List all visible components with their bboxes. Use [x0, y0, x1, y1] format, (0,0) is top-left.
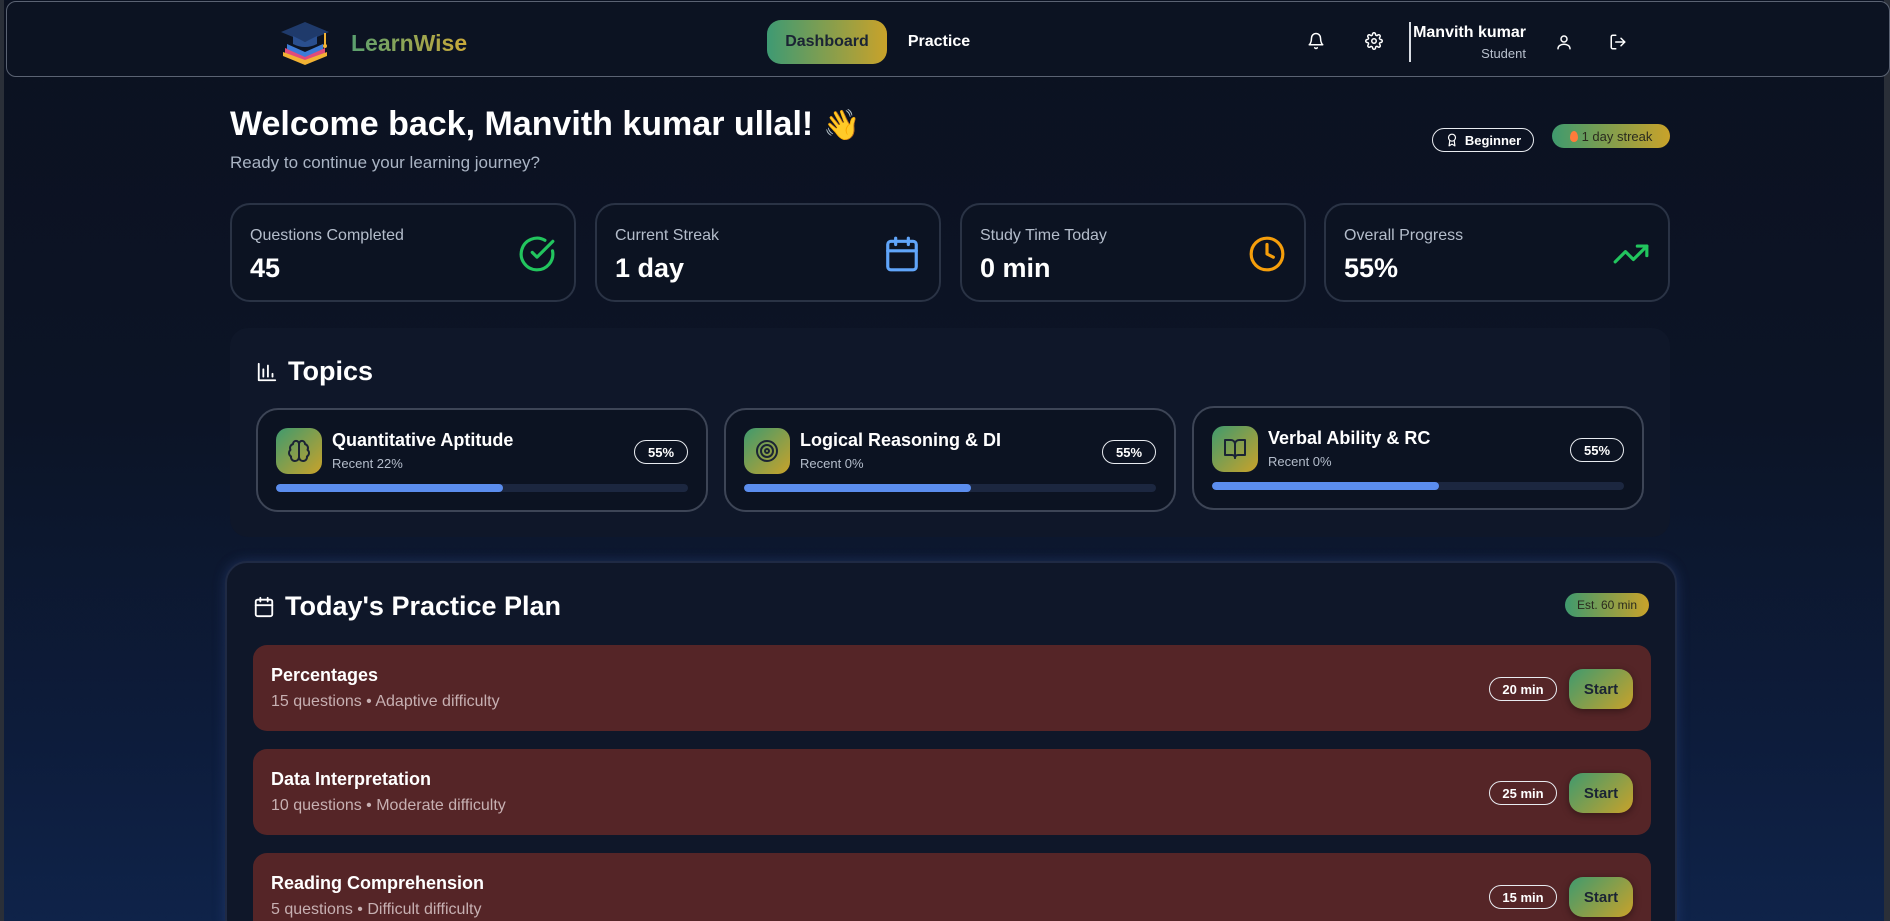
- topic-icon-badge: [744, 428, 790, 474]
- welcome-subtitle: Ready to continue your learning journey?: [230, 153, 540, 172]
- brand[interactable]: LearnWise: [275, 18, 467, 68]
- topic-progress-bar: [276, 484, 688, 492]
- bar-chart-icon: [257, 362, 277, 381]
- trending-up-icon: [1613, 244, 1649, 264]
- plan-item-title: Reading Comprehension: [271, 873, 485, 893]
- topic-recent: Recent 0%: [800, 456, 864, 471]
- plan-item-title: Percentages: [271, 665, 379, 685]
- plan-item-title: Data Interpretation: [271, 769, 432, 789]
- welcome-heading: Welcome back, Manvith kumar ullal! 👋: [230, 105, 861, 144]
- stat-card-overall-progress: Overall Progress 55%: [1324, 203, 1670, 302]
- brain-icon: [288, 439, 310, 463]
- gear-icon: [1365, 32, 1383, 50]
- topic-name: Logical Reasoning & DI: [800, 430, 1002, 450]
- plan-item: Data Interpretation 10 questions • Moder…: [253, 749, 1651, 835]
- level-badge: Beginner: [1432, 128, 1534, 152]
- topic-progress-bar: [744, 484, 1156, 492]
- topic-percent-badge: 55%: [1102, 440, 1156, 464]
- plan-item: Percentages 15 questions • Adaptive diff…: [253, 645, 1651, 731]
- stat-label: Overall Progress: [1344, 227, 1464, 244]
- profile-button[interactable]: [1548, 26, 1580, 58]
- topic-name: Quantitative Aptitude: [332, 430, 514, 450]
- plan-item-duration: 25 min: [1489, 781, 1557, 805]
- start-button[interactable]: Start: [1569, 877, 1633, 917]
- topic-icon-badge: [1212, 426, 1258, 472]
- top-navbar: LearnWise Dashboard Practice Manvith kum…: [6, 1, 1890, 77]
- tab-practice[interactable]: Practice: [899, 20, 979, 64]
- stat-value: 0 min: [980, 253, 1051, 283]
- calendar-icon: [886, 236, 918, 272]
- target-icon: [756, 440, 778, 462]
- topic-percent-badge: 55%: [634, 440, 688, 464]
- topic-progress-fill: [1212, 482, 1439, 490]
- flame-icon: [1569, 130, 1578, 142]
- calendar-icon: [254, 596, 274, 617]
- wave-emoji: 👋: [823, 109, 861, 142]
- practice-plan-title: Today's Practice Plan: [285, 591, 562, 621]
- topic-icon-badge: [276, 428, 322, 474]
- settings-button[interactable]: [1358, 25, 1390, 57]
- topic-percent-badge: 55%: [1570, 438, 1624, 462]
- topics-panel: Topics Quantitative Aptitude Recent 22% …: [230, 328, 1670, 537]
- stat-value: 1 day: [615, 253, 685, 283]
- user-name: Manvith kumar: [1413, 24, 1526, 41]
- check-circle-icon: [519, 236, 555, 272]
- topic-card-logical[interactable]: Logical Reasoning & DI Recent 0% 55%: [724, 408, 1176, 512]
- stat-value: 55%: [1344, 253, 1399, 283]
- welcome-text: Welcome back, Manvith kumar ullal!: [230, 105, 814, 143]
- stat-value: 45: [250, 253, 281, 283]
- streak-badge-label: 1 day streak: [1581, 128, 1653, 144]
- topics-title: Topics: [288, 356, 374, 386]
- stat-label: Current Streak: [615, 227, 720, 244]
- logout-icon: [1610, 34, 1626, 50]
- start-button[interactable]: Start: [1569, 773, 1633, 813]
- topic-recent: Recent 0%: [1268, 454, 1332, 469]
- stat-card-streak: Current Streak 1 day: [595, 203, 941, 302]
- tab-dashboard[interactable]: Dashboard: [767, 20, 887, 64]
- brand-name: LearnWise: [351, 29, 468, 56]
- level-badge-label: Beginner: [1464, 132, 1522, 148]
- start-button[interactable]: Start: [1569, 669, 1633, 709]
- topic-card-quant[interactable]: Quantitative Aptitude Recent 22% 55%: [256, 408, 708, 512]
- topic-progress-fill: [744, 484, 971, 492]
- stat-label: Study Time Today: [980, 227, 1107, 244]
- award-icon: [1447, 133, 1456, 147]
- plan-item-subtitle: 5 questions • Difficult difficulty: [271, 901, 482, 918]
- topic-card-verbal[interactable]: Verbal Ability & RC Recent 0% 55%: [1192, 406, 1644, 510]
- user-role: Student: [1481, 46, 1526, 61]
- topics-header: Topics: [256, 356, 373, 387]
- bell-icon: [1308, 32, 1324, 50]
- stat-card-questions: Questions Completed 45: [230, 203, 576, 302]
- estimate-badge: Est. 60 min: [1565, 593, 1649, 617]
- header-divider: [1409, 22, 1411, 62]
- topic-recent: Recent 22%: [332, 456, 403, 471]
- plan-item-subtitle: 15 questions • Adaptive difficulty: [271, 693, 500, 710]
- practice-plan-header: Today's Practice Plan: [253, 591, 561, 622]
- stat-card-study-time: Study Time Today 0 min: [960, 203, 1306, 302]
- practice-plan-panel: Today's Practice Plan Est. 60 min Percen…: [225, 561, 1677, 921]
- plan-item-duration: 20 min: [1489, 677, 1557, 701]
- book-open-icon: [1224, 439, 1246, 459]
- topic-progress-fill: [276, 484, 503, 492]
- logout-button[interactable]: [1602, 26, 1634, 58]
- graduation-cap-logo: [281, 22, 329, 65]
- streak-badge: 1 day streak: [1552, 124, 1670, 148]
- topic-name: Verbal Ability & RC: [1268, 428, 1431, 448]
- stat-label: Questions Completed: [250, 227, 404, 244]
- notifications-button[interactable]: [1300, 25, 1332, 57]
- plan-item-subtitle: 10 questions • Moderate difficulty: [271, 797, 506, 814]
- plan-item-duration: 15 min: [1489, 885, 1557, 909]
- clock-icon: [1249, 236, 1285, 272]
- user-icon: [1557, 35, 1571, 50]
- topic-progress-bar: [1212, 482, 1624, 490]
- plan-item: Reading Comprehension 5 questions • Diff…: [253, 853, 1651, 921]
